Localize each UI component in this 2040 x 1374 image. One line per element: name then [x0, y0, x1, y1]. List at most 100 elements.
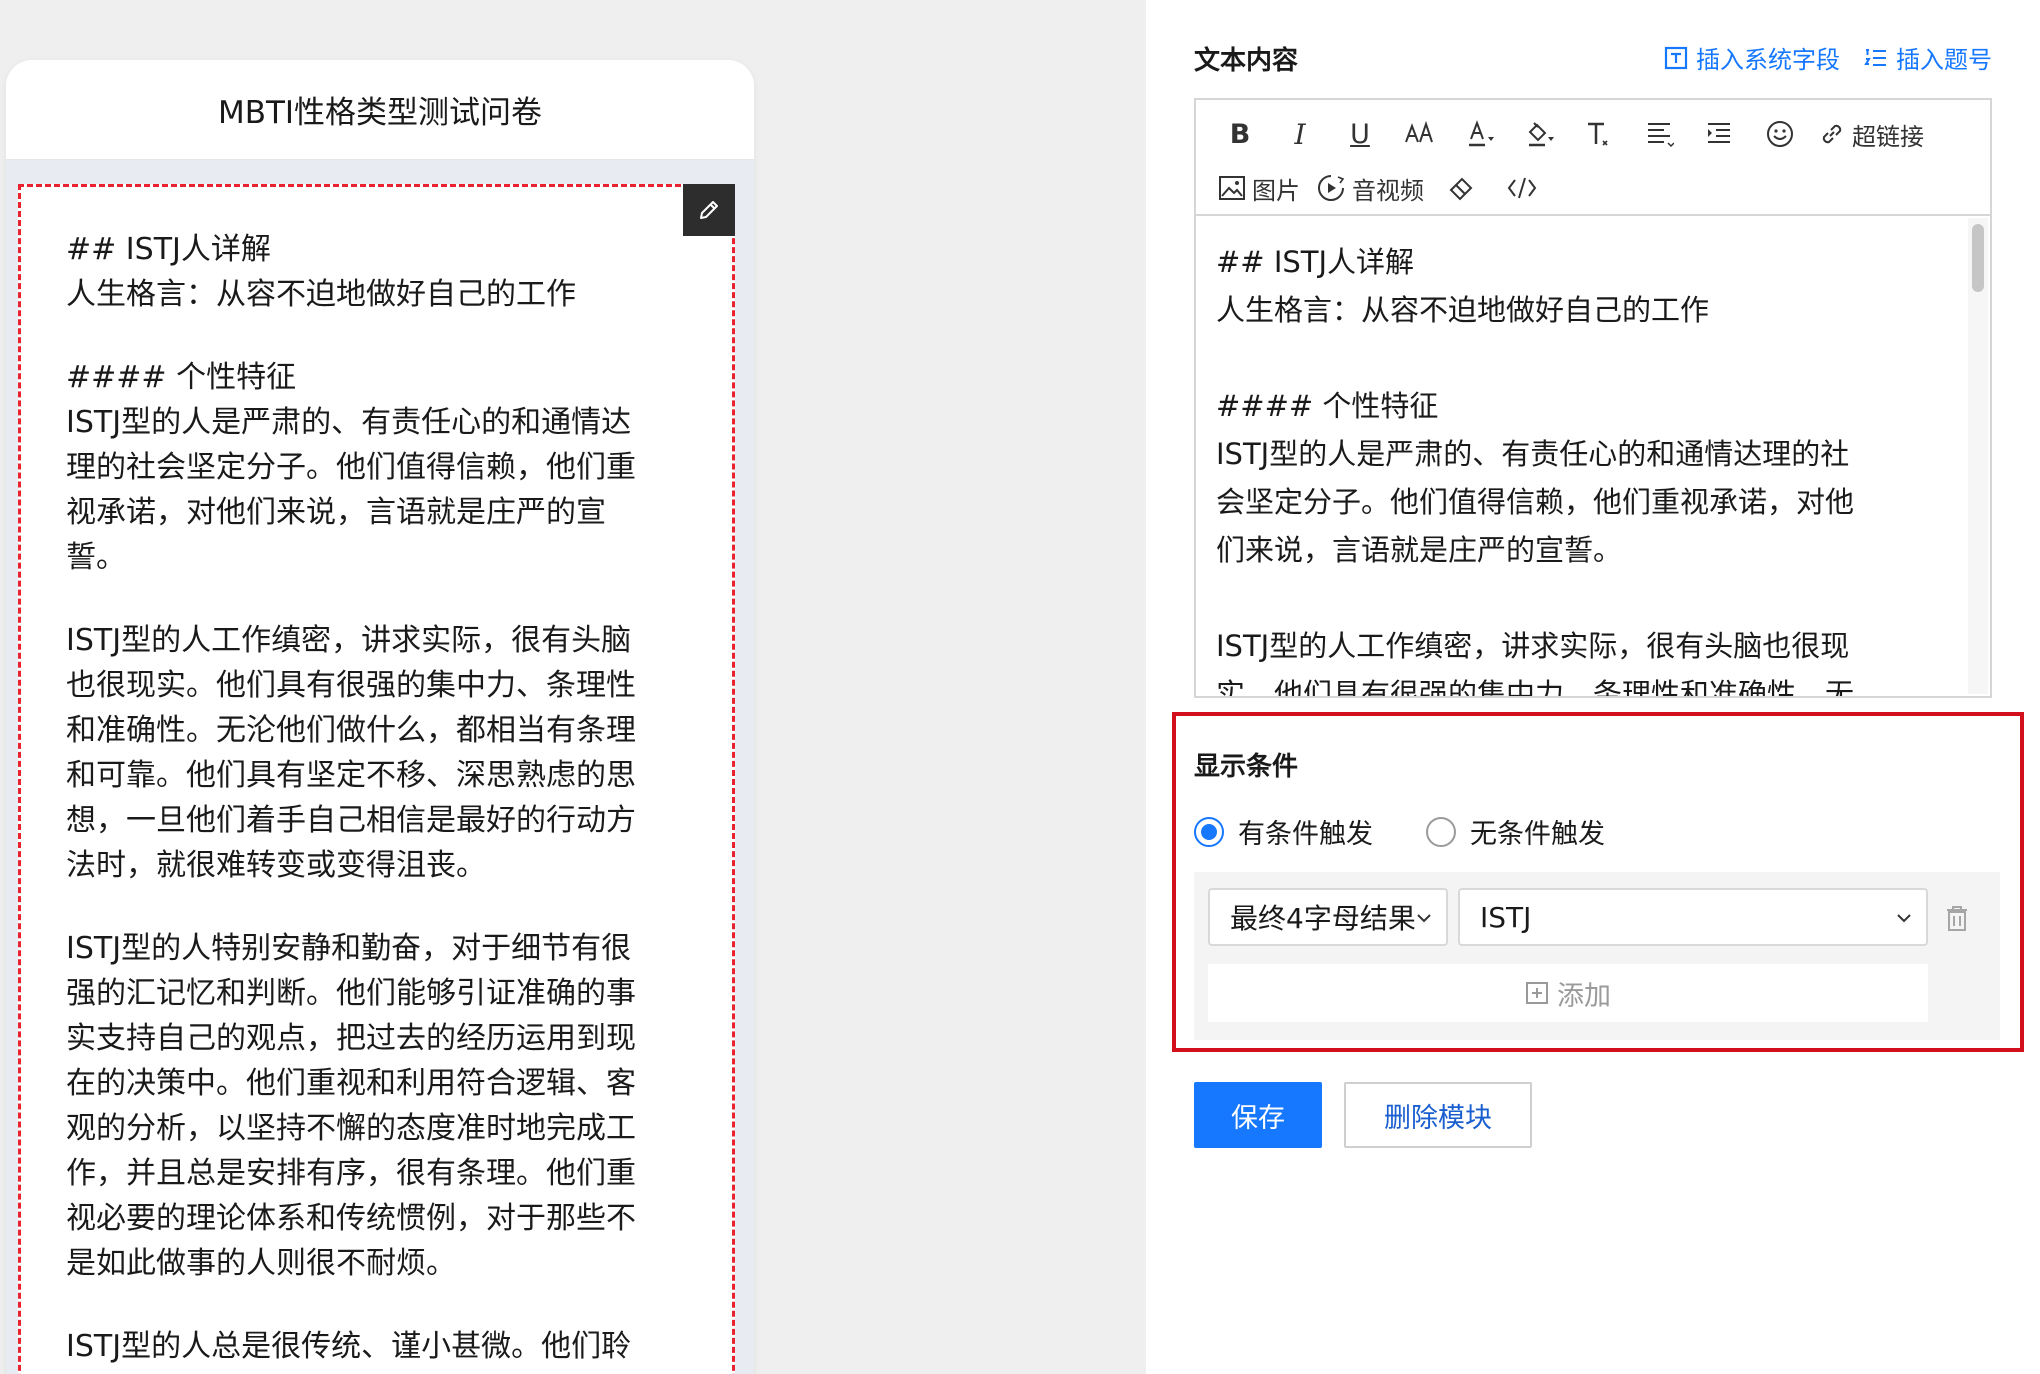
- indent-icon: [1708, 123, 1730, 143]
- text-line: 在的决策中。他们重视和利用符合逻辑、客: [66, 1066, 636, 1101]
- hyperlink-label: 超链接: [1852, 122, 1924, 151]
- text-line: 是如此做事的人则很不耐烦。: [66, 1246, 456, 1281]
- condition-field-select[interactable]: 最终4字母结果: [1208, 888, 1448, 946]
- text-line: ISTJ型的人是严肃的、有责任心的和通情达: [66, 405, 632, 440]
- text-line: 视承诺，对他们来说，言语就是庄严的宣: [66, 495, 606, 530]
- text-line: ISTJ型的人特别安静和勤奋，对于细节有很: [66, 931, 632, 966]
- text-line: 作，并且总是安排有序，很有条理。他们重: [66, 1156, 636, 1191]
- hyperlink-button[interactable]: 超链接: [1818, 112, 1924, 156]
- editor-content-area[interactable]: ## ISTJ人详解人生格言：从容不迫地做好自己的工作 #### 个性特征 ISTJ…: [1196, 216, 1990, 696]
- text-line: 和可靠。他们具有坚定不移、深思熟虑的思: [66, 758, 636, 793]
- clear-format-button[interactable]: [1578, 112, 1622, 156]
- module-paragraph: ISTJ型的人特别安静和勤奋，对于细节有很 强的汇记忆和判断。他们能够引证准确的事…: [66, 926, 701, 1286]
- editor-scrollbar[interactable]: [1968, 218, 1988, 694]
- text-line: 们来说，言语就是庄严的宣誓。: [1216, 533, 1623, 567]
- editor-paragraph: ISTJ型的人工作缜密，讲求实际，很有头脑也很现实。他们具有很强的集中力、条理性…: [1216, 622, 1956, 696]
- numbered-list-icon: [1864, 48, 1886, 66]
- editor-paragraph: #### 个性特征 ISTJ型的人是严肃的、有责任心的和通情达理的社 会坚定分子。他…: [1216, 382, 1956, 574]
- emoji-button[interactable]: [1758, 112, 1802, 156]
- radio-conditional-trigger[interactable]: 有条件触发: [1194, 812, 1373, 851]
- text-line: 法时，就很难转变或变得沮丧。: [66, 848, 486, 883]
- align-button[interactable]: [1638, 112, 1682, 156]
- delete-module-button[interactable]: 删除模块: [1344, 1082, 1532, 1148]
- code-icon: [1507, 177, 1537, 199]
- text-line: ## ISTJ人详解: [1216, 245, 1415, 279]
- text-line: ISTJ型的人是严肃的、有责任心的和通情达理的社: [1216, 437, 1850, 471]
- image-icon: [1219, 176, 1245, 200]
- text-line: 观的分析，以坚持不懈的态度准时地完成工: [66, 1111, 636, 1146]
- condition-value-value: ISTJ: [1480, 900, 1532, 934]
- insert-image-button[interactable]: 图片: [1218, 166, 1300, 210]
- text-line: #### 个性特征: [1216, 389, 1439, 423]
- radio-checked-icon: [1194, 816, 1224, 847]
- text-format-icon: [1588, 122, 1608, 146]
- smiley-icon: [1767, 121, 1793, 147]
- module-paragraph: ISTJ型的人工作缜密，讲求实际，很有头脑 也很现实。他们具有很强的集中力、条理性…: [66, 618, 701, 888]
- eraser-icon: [1449, 177, 1473, 201]
- link-icon: [1822, 124, 1842, 144]
- module-text: ## ISTJ人详解 人生格言：从容不迫地做好自己的工作 #### 个性特征 ISTJ…: [66, 227, 701, 1374]
- radio-conditional-label: 有条件触发: [1238, 819, 1373, 850]
- indent-button[interactable]: [1698, 112, 1742, 156]
- condition-value-select[interactable]: ISTJ: [1458, 888, 1928, 946]
- underline-button[interactable]: U: [1338, 112, 1382, 156]
- text-line: 强的汇记忆和判断。他们能够引证准确的事: [66, 976, 636, 1011]
- text-line: 和准确性。无沦他们做什么，都相当有条理: [66, 713, 636, 748]
- font-color-icon: [1469, 120, 1494, 147]
- text-line: ISTJ型的人总是很传统、谨小甚微。他们聆: [66, 1329, 632, 1364]
- preview-pane: MBTI性格类型测试问卷 ## ISTJ人详解 人生格言：从容不迫地做好自己的工作…: [0, 0, 1146, 1374]
- phone-preview: MBTI性格类型测试问卷 ## ISTJ人详解 人生格言：从容不迫地做好自己的工作…: [6, 60, 754, 1374]
- insert-field-icon: [1664, 46, 1688, 69]
- paint-bucket-icon: [1528, 122, 1554, 147]
- module-paragraph: #### 个性特征 ISTJ型的人是严肃的、有责任心的和通情达 理的社会坚定分子。他…: [66, 355, 701, 580]
- radio-unconditional-label: 无条件触发: [1470, 819, 1605, 850]
- text-line: ISTJ型的人工作缜密，讲求实际，很有头脑也很现: [1216, 629, 1850, 663]
- editor-scroll-thumb[interactable]: [1972, 224, 1984, 292]
- display-condition-title: 显示条件: [1194, 752, 1299, 782]
- italic-button[interactable]: I: [1278, 112, 1322, 156]
- font-size-icon: [1405, 120, 1433, 143]
- text-line: ## ISTJ人详解: [66, 232, 271, 267]
- text-line: ISTJ型的人工作缜密，讲求实际，很有头脑: [66, 623, 632, 658]
- condition-field-value: 最终4字母结果: [1230, 902, 1416, 935]
- insert-question-number-label: 插入题号: [1896, 46, 1992, 74]
- selected-text-module[interactable]: ## ISTJ人详解 人生格言：从容不迫地做好自己的工作 #### 个性特征 ISTJ…: [18, 184, 735, 1374]
- add-condition-button[interactable]: 添加: [1208, 964, 1928, 1022]
- insert-system-field-label: 插入系统字段: [1696, 46, 1840, 74]
- text-line: 也很现实。他们具有很强的集中力、条理性: [66, 668, 636, 703]
- survey-title: MBTI性格类型测试问卷: [6, 60, 754, 160]
- video-play-icon: [1318, 175, 1345, 201]
- bold-label: B: [1229, 118, 1251, 150]
- radio-unchecked-icon: [1426, 816, 1456, 847]
- text-line: 誓。: [66, 540, 126, 575]
- chevron-down-icon: [1417, 914, 1431, 923]
- text-line: 会坚定分子。他们值得信赖，他们重视承诺，对他: [1216, 485, 1855, 519]
- text-line: 人生格言：从容不迫地做好自己的工作: [1216, 293, 1710, 327]
- align-left-icon: [1648, 123, 1674, 147]
- source-code-button[interactable]: [1500, 166, 1544, 210]
- plus-square-icon: [1526, 982, 1548, 1004]
- font-size-button[interactable]: [1398, 112, 1442, 156]
- text-line: 想，一旦他们着手自己相信是最好的行动方: [66, 803, 636, 838]
- eraser-button[interactable]: [1440, 166, 1484, 210]
- text-line: 视必要的理论体系和传统惯例，对于那些不: [66, 1201, 636, 1236]
- delete-rule-button[interactable]: [1944, 904, 1970, 936]
- text-content-label: 文本内容: [1194, 46, 1299, 76]
- image-label: 图片: [1252, 176, 1300, 205]
- font-color-button[interactable]: [1458, 112, 1502, 156]
- insert-system-field-link[interactable]: 插入系统字段: [1664, 40, 1840, 75]
- insert-question-number-link[interactable]: 插入题号: [1864, 40, 1992, 75]
- display-condition-section: 显示条件 有条件触发 无条件触发 最终4字母结果 ISTJ 添加: [1172, 712, 2024, 1052]
- italic-label: I: [1294, 117, 1306, 151]
- insert-media-button[interactable]: 音视频: [1316, 166, 1424, 210]
- text-line: 实。他们具有很强的集中力、条理性和准确性。无: [1216, 677, 1855, 696]
- radio-unconditional-trigger[interactable]: 无条件触发: [1426, 812, 1605, 851]
- chevron-down-icon: [1897, 914, 1911, 923]
- bold-button[interactable]: B: [1218, 112, 1262, 156]
- text-line: 实支持自己的观点，把过去的经历运用到现: [66, 1021, 636, 1056]
- save-button[interactable]: 保存: [1194, 1082, 1322, 1148]
- background-color-button[interactable]: [1518, 112, 1562, 156]
- module-paragraph: ## ISTJ人详解 人生格言：从容不迫地做好自己的工作: [66, 227, 701, 317]
- underline-label: U: [1350, 118, 1370, 150]
- condition-rule-area: 最终4字母结果 ISTJ 添加: [1194, 872, 2000, 1040]
